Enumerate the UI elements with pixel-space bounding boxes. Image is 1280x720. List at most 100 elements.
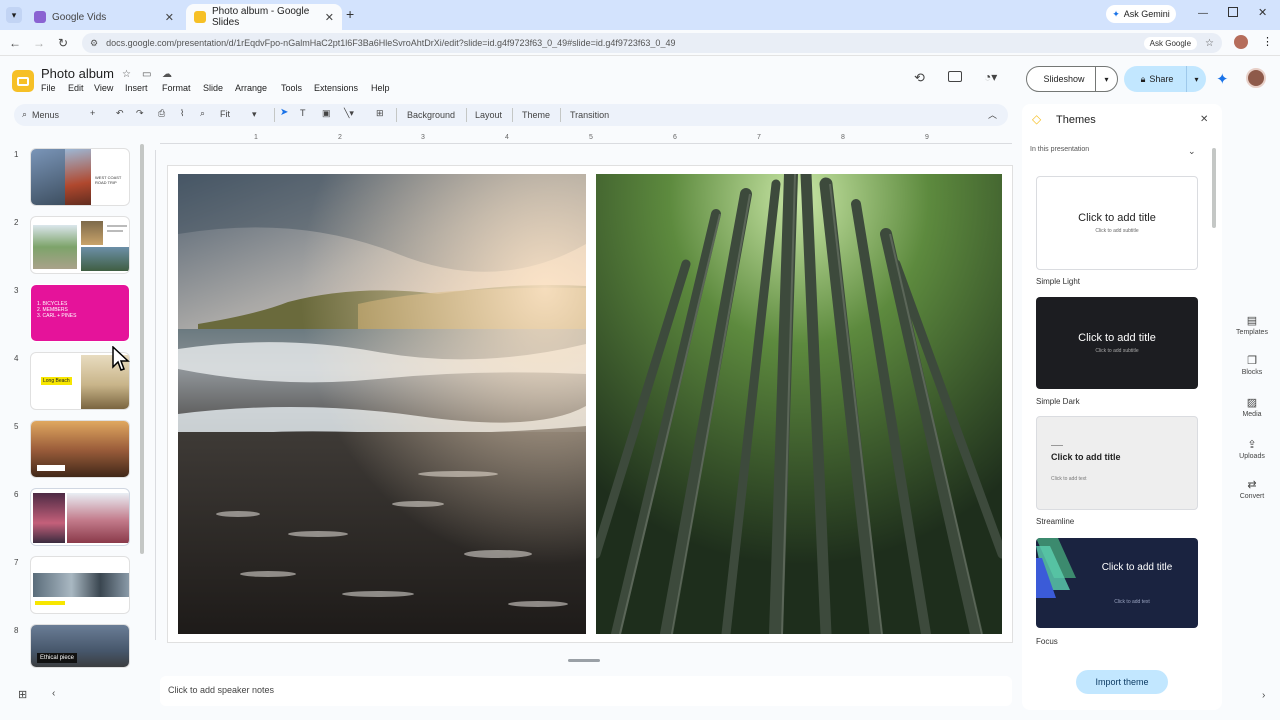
back-icon[interactable]: ←	[6, 34, 24, 52]
new-slide-icon[interactable]: +	[90, 108, 95, 118]
slide-canvas[interactable]	[168, 166, 1012, 642]
slide-thumbnail-1[interactable]: WEST COAST ROAD TRIP	[30, 148, 130, 206]
ruler-mark: 5	[589, 134, 593, 141]
menu-tools[interactable]: Tools	[281, 83, 302, 93]
ask-google-button[interactable]: Ask Google	[1143, 36, 1198, 50]
comment-add-icon[interactable]: ⊞	[376, 108, 384, 119]
transition-button[interactable]: Transition	[570, 110, 609, 120]
browser-menu-icon[interactable]: ⋮	[1262, 35, 1273, 48]
slide-number: 6	[14, 490, 19, 499]
theme-name: Simple Dark	[1036, 397, 1080, 406]
print-icon[interactable]: ⎙	[158, 108, 165, 119]
meet-icon[interactable]: ◔▾	[984, 70, 997, 84]
slide-thumbnail-2[interactable]	[30, 216, 130, 274]
menu-file[interactable]: File	[41, 83, 56, 93]
new-tab-button[interactable]: +	[346, 6, 354, 22]
blocks-icon: ❐	[1247, 355, 1257, 367]
profile-avatar[interactable]	[1234, 35, 1248, 49]
rail-uploads[interactable]: ⇪ Uploads	[1234, 438, 1270, 460]
collapse-filmstrip-icon[interactable]: ‹	[52, 688, 55, 699]
document-title[interactable]: Photo album	[41, 66, 114, 81]
line-icon[interactable]: ╲▾	[344, 108, 354, 119]
tab-search-icon[interactable]: ▾	[6, 7, 22, 23]
slide-thumbnail-7[interactable]	[30, 556, 130, 614]
bookmark-star-icon[interactable]: ☆	[1205, 38, 1222, 49]
filmstrip-scrollbar[interactable]	[140, 144, 144, 554]
theme-focus[interactable]: Click to add title Click to add text	[1036, 538, 1198, 628]
rail-templates[interactable]: ▤ Templates	[1234, 314, 1270, 336]
address-bar[interactable]: ⚙ docs.google.com/presentation/d/1rEqdvF…	[82, 33, 1222, 53]
tab-photo-album[interactable]: Photo album - Google Slides ✕	[186, 4, 342, 30]
vids-favicon-icon	[34, 11, 46, 23]
menu-format[interactable]: Format	[162, 83, 191, 93]
beach-photo[interactable]	[178, 174, 586, 634]
notes-resize-handle[interactable]	[568, 659, 600, 662]
image-icon[interactable]: ▣	[322, 108, 331, 119]
section-collapse-icon[interactable]: ⌄	[1188, 146, 1196, 157]
reload-icon[interactable]: ↻	[54, 34, 72, 52]
slide-thumbnail-5[interactable]	[30, 420, 130, 478]
search-icon: ⌕	[22, 109, 28, 119]
collapse-toolbar-icon[interactable]: ︿	[988, 108, 997, 121]
slides-favicon-icon	[194, 11, 206, 23]
menu-slide[interactable]: Slide	[203, 83, 223, 93]
undo-icon[interactable]: ↶	[116, 108, 124, 119]
templates-icon: ▤	[1246, 315, 1258, 327]
select-tool-icon[interactable]: ➤	[280, 107, 288, 118]
slide-thumbnail-3[interactable]: 1. BICYCLES 2. MEMBERS 3. CARL + PINES	[30, 284, 130, 342]
close-themes-icon[interactable]: ✕	[1200, 114, 1208, 125]
menu-arrange[interactable]: Arrange	[235, 83, 267, 93]
text-box-icon[interactable]: T	[300, 108, 306, 118]
gemini-icon[interactable]: ✦	[1216, 70, 1229, 88]
tab-google-vids[interactable]: Google Vids ✕	[26, 4, 182, 30]
grid-view-icon[interactable]: ⊞	[18, 688, 27, 701]
slide-number: 3	[14, 286, 19, 295]
share-button[interactable]: 🔒︎ Share ▾	[1124, 66, 1206, 92]
paint-format-icon[interactable]: ⌇	[180, 108, 184, 119]
maximize-icon[interactable]	[1228, 7, 1238, 17]
slides-logo-icon[interactable]	[12, 70, 34, 92]
close-tab-icon[interactable]: ✕	[165, 11, 174, 24]
zoom-icon[interactable]: ⌕	[200, 108, 205, 119]
expand-panel-icon[interactable]: ›	[1262, 690, 1265, 701]
theme-simple-dark[interactable]: Click to add title Click to add subtitle	[1036, 297, 1198, 389]
themes-scrollbar[interactable]	[1212, 148, 1216, 228]
version-history-icon[interactable]: ⟲	[914, 70, 925, 86]
menu-help[interactable]: Help	[371, 83, 390, 93]
import-theme-button[interactable]: Import theme	[1076, 670, 1168, 694]
slideshow-dropdown-icon[interactable]: ▾	[1095, 67, 1117, 91]
slide-thumbnail-8[interactable]: Ethical piece	[30, 624, 130, 668]
comments-icon[interactable]	[948, 71, 962, 82]
ask-gemini-button[interactable]: ✦ Ask Gemini	[1106, 5, 1176, 23]
account-avatar[interactable]	[1246, 68, 1266, 88]
background-button[interactable]: Background	[407, 110, 455, 120]
menus-search[interactable]: ⌕ Menus	[22, 109, 59, 120]
theme-button[interactable]: Theme	[522, 110, 550, 120]
menu-edit[interactable]: Edit	[68, 83, 84, 93]
theme-streamline[interactable]: Click to add title Click to add text	[1036, 416, 1198, 510]
speaker-notes[interactable]: Click to add speaker notes	[160, 676, 1012, 706]
rail-convert[interactable]: ⇄ Convert	[1234, 478, 1270, 500]
slideshow-button[interactable]: Slideshow ▾	[1026, 66, 1118, 92]
site-info-icon[interactable]: ⚙	[90, 38, 98, 49]
menu-view[interactable]: View	[94, 83, 113, 93]
menu-extensions[interactable]: Extensions	[314, 83, 358, 93]
minimize-icon[interactable]: —	[1198, 8, 1208, 19]
share-dropdown-icon[interactable]: ▾	[1186, 66, 1206, 92]
star-icon[interactable]: ☆	[122, 69, 131, 80]
bamboo-photo[interactable]	[596, 174, 1002, 634]
theme-simple-light[interactable]: Click to add title Click to add subtitle	[1036, 176, 1198, 270]
slide-thumbnail-6[interactable]	[30, 488, 130, 546]
move-folder-icon[interactable]: ▭	[142, 69, 151, 80]
rail-media[interactable]: ▨ Media	[1234, 396, 1270, 418]
forward-icon[interactable]: →	[30, 34, 48, 52]
rail-blocks[interactable]: ❐ Blocks	[1234, 354, 1270, 376]
ruler-mark: 4	[505, 134, 509, 141]
layout-button[interactable]: Layout	[475, 110, 502, 120]
menu-insert[interactable]: Insert	[125, 83, 148, 93]
close-window-icon[interactable]: ✕	[1258, 6, 1267, 19]
close-tab-icon[interactable]: ✕	[325, 11, 334, 24]
zoom-select[interactable]: Fit ▾	[220, 109, 257, 120]
cloud-status-icon[interactable]: ☁	[162, 69, 172, 80]
redo-icon[interactable]: ↷	[136, 108, 144, 119]
